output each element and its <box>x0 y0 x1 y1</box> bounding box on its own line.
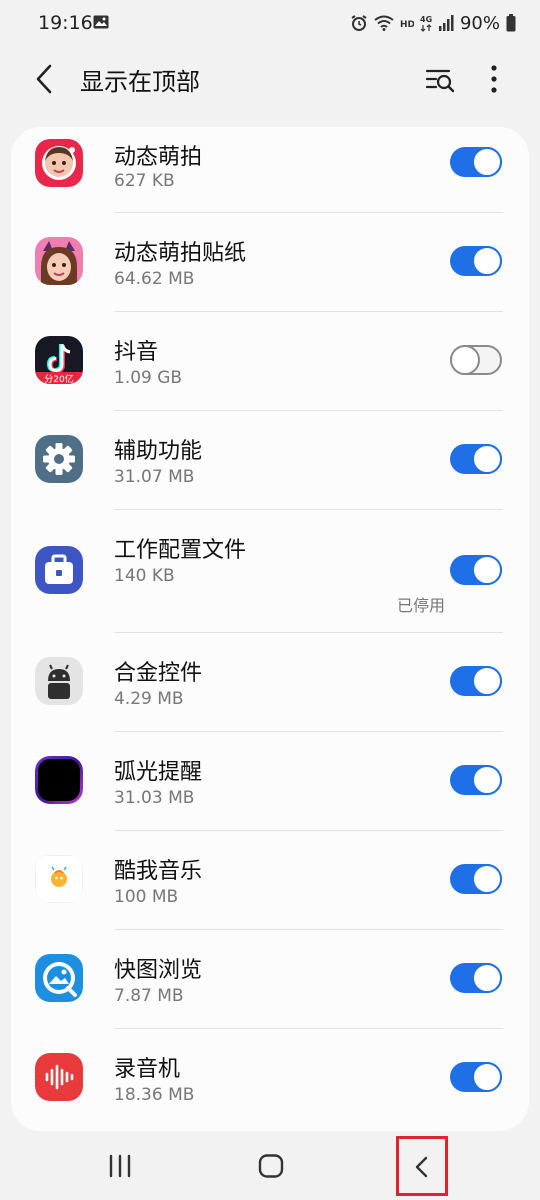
home-button[interactable] <box>258 1154 284 1178</box>
app-size: 64.62 MB <box>114 269 195 289</box>
app-toggle[interactable] <box>450 1062 502 1092</box>
alarm-icon <box>350 14 368 32</box>
app-row[interactable]: 录音机 18.36 MB <box>11 1029 529 1131</box>
app-toggle[interactable] <box>450 963 502 993</box>
toggle-knob <box>472 147 502 177</box>
app-size: 1.09 GB <box>114 368 183 388</box>
4g-icon: 4G <box>420 14 432 32</box>
toggle-knob <box>472 555 502 585</box>
ar-emoji-stickers-icon <box>35 237 83 285</box>
app-header: 显示在顶部 <box>0 46 540 122</box>
app-size: 31.07 MB <box>114 467 195 487</box>
status-indicators: HD 4G 90% <box>350 11 516 35</box>
more-options-button[interactable] <box>480 60 508 98</box>
app-size: 31.03 MB <box>114 788 195 808</box>
toggle-knob <box>472 765 502 795</box>
app-row[interactable]: 快图浏览 7.87 MB <box>11 930 529 1028</box>
app-row[interactable]: 酷我音乐 100 MB <box>11 831 529 929</box>
app-size: 140 KB <box>114 566 175 586</box>
gear-icon <box>35 435 83 483</box>
app-row[interactable]: 分20亿 抖音 1.09 GB <box>11 312 529 410</box>
voice-recorder-icon <box>35 1053 83 1101</box>
chevron-left-icon <box>26 64 64 102</box>
toggle-knob <box>472 246 502 276</box>
svg-text:4G: 4G <box>420 15 432 24</box>
kuwo-music-icon <box>35 855 83 903</box>
app-row[interactable]: 工作配置文件 140 KB 已停用 <box>11 510 529 632</box>
android-icon <box>35 657 83 705</box>
wifi-icon <box>374 15 394 31</box>
app-size: 627 KB <box>114 171 175 191</box>
disabled-note: 已停用 <box>396 596 445 615</box>
toggle-knob <box>472 963 502 993</box>
app-toggle[interactable] <box>450 765 502 795</box>
app-name: 动态萌拍贴纸 <box>114 241 247 266</box>
app-name: 录音机 <box>114 1057 181 1082</box>
recents-icon <box>107 1154 133 1182</box>
status-time: 19:16 <box>38 12 93 34</box>
more-vertical-icon <box>480 65 508 102</box>
app-name: 弧光提醒 <box>114 760 203 785</box>
app-name: 工作配置文件 <box>114 538 247 563</box>
app-size: 4.29 MB <box>114 689 184 709</box>
app-row[interactable]: 辅助功能 31.07 MB <box>11 411 529 509</box>
app-name: 动态萌拍 <box>114 145 203 170</box>
recents-button[interactable] <box>107 1154 133 1178</box>
app-size: 18.36 MB <box>114 1085 195 1105</box>
svg-text:HD: HD <box>400 20 414 29</box>
toggle-knob <box>472 666 502 696</box>
app-toggle[interactable] <box>450 864 502 894</box>
quickpic-icon <box>35 954 83 1002</box>
navigation-bar <box>0 1135 540 1200</box>
list-search-icon <box>420 69 460 102</box>
battery-icon <box>506 14 516 32</box>
app-toggle[interactable] <box>450 666 502 696</box>
app-name: 合金控件 <box>114 661 203 686</box>
signal-icon <box>438 15 454 31</box>
app-list-card: 动态萌拍 627 KB 动态萌拍贴纸 64.62 MB 分20亿 抖音 1.09… <box>11 127 529 1131</box>
app-name: 快图浏览 <box>114 958 203 983</box>
edge-lighting-icon <box>35 756 83 804</box>
svg-text:分20亿: 分20亿 <box>44 373 73 384</box>
toggle-knob <box>472 864 502 894</box>
back-button[interactable] <box>26 60 64 98</box>
home-icon <box>258 1154 284 1182</box>
toggle-knob <box>472 1062 502 1092</box>
search-button[interactable] <box>420 60 460 98</box>
app-row[interactable]: 合金控件 4.29 MB <box>11 633 529 731</box>
page-title: 显示在顶部 <box>80 68 200 96</box>
status-bar: 19:16 HD 4G 90% <box>0 0 540 46</box>
image-icon <box>93 14 109 29</box>
app-toggle[interactable] <box>450 147 502 177</box>
app-toggle[interactable] <box>450 246 502 276</box>
app-row[interactable]: 动态萌拍 627 KB <box>11 127 529 212</box>
toggle-knob <box>450 345 480 375</box>
app-row[interactable]: 动态萌拍贴纸 64.62 MB <box>11 213 529 311</box>
app-name: 酷我音乐 <box>114 859 203 884</box>
douyin-icon: 分20亿 <box>35 336 83 384</box>
app-name: 辅助功能 <box>114 439 203 464</box>
app-size: 100 MB <box>114 887 179 907</box>
app-row[interactable]: 弧光提醒 31.03 MB <box>11 732 529 830</box>
app-size: 7.87 MB <box>114 986 184 1006</box>
back-nav-button[interactable] <box>396 1136 448 1196</box>
ar-emoji-camera-icon <box>35 139 83 187</box>
briefcase-icon <box>35 546 83 594</box>
hd-icon: HD <box>400 17 414 29</box>
battery-percent: 90% <box>459 12 500 34</box>
app-toggle[interactable] <box>450 345 502 375</box>
app-name: 抖音 <box>114 340 159 365</box>
toggle-knob <box>472 444 502 474</box>
app-toggle[interactable] <box>450 444 502 474</box>
app-toggle[interactable] <box>450 555 502 585</box>
